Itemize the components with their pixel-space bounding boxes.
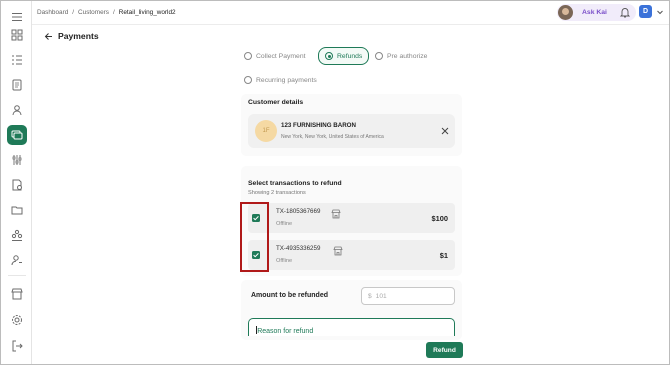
ask-kai-avatar (558, 5, 573, 20)
logout-icon[interactable] (7, 336, 27, 356)
page-title: Payments (58, 31, 99, 41)
list-icon[interactable] (7, 50, 27, 70)
breadcrumb-separator: / (112, 9, 115, 16)
store-icon (331, 209, 341, 219)
transactions-section-title: Select transactions to refund (248, 180, 342, 187)
bell-icon[interactable] (620, 6, 630, 18)
breadcrumb: Dashboard / Customers / Retail_living_wo… (37, 9, 176, 16)
radio-label: Pre authorize (387, 52, 428, 60)
back-arrow-icon[interactable] (44, 32, 53, 41)
dashboard-icon[interactable] (7, 25, 27, 45)
settings-icon[interactable] (7, 310, 27, 330)
store-icon[interactable] (7, 284, 27, 304)
radio-label: Recurring payments (256, 76, 317, 84)
close-icon[interactable] (441, 127, 449, 135)
radio-label: Collect Payment (256, 52, 306, 60)
top-bar: Dashboard / Customers / Retail_living_wo… (32, 1, 669, 25)
transaction-status: Offline (276, 221, 293, 227)
customer-address: New York, New York, United States of Ame… (281, 134, 384, 140)
store-icon (333, 246, 343, 256)
user-avatar[interactable]: D (639, 5, 652, 18)
user-icon[interactable] (7, 100, 27, 120)
transactions-count: Showing 2 transactions (248, 190, 306, 196)
radio-collect-payment[interactable]: Collect Payment (244, 48, 306, 64)
menu-icon[interactable] (7, 7, 27, 27)
folder-icon[interactable] (7, 200, 27, 220)
transaction-id: TX-4935336259 (276, 245, 321, 252)
radio-pre-authorize[interactable]: Pre authorize (375, 48, 427, 64)
transaction-row[interactable]: TX-1805367669 Offline $100 (248, 203, 455, 233)
chevron-down-icon[interactable] (656, 8, 664, 16)
contact-icon[interactable] (7, 250, 27, 270)
reason-placeholder: Reason for refund (257, 328, 314, 335)
invoice-icon[interactable] (7, 175, 27, 195)
radio-circle (244, 76, 252, 84)
customer-section-title: Customer details (248, 99, 304, 106)
customer-name: 123 FURNISHING BARON (281, 122, 356, 129)
transaction-id: TX-1805367669 (276, 208, 321, 215)
amount-label: Amount to be refunded (251, 292, 328, 299)
currency-symbol: $ (368, 292, 372, 300)
refund-button[interactable]: Refund (426, 342, 463, 358)
breadcrumb-current: Retail_living_world2 (118, 9, 176, 16)
breadcrumb-dashboard[interactable]: Dashboard (37, 9, 68, 16)
reason-input[interactable]: Reason for refund (248, 318, 455, 336)
checkbox-highlight-box (240, 202, 269, 272)
sidebar-divider (8, 275, 26, 276)
transaction-amount: $1 (439, 251, 448, 260)
breadcrumb-separator: / (72, 9, 75, 16)
team-icon[interactable] (7, 225, 27, 245)
radio-refunds[interactable]: Refunds (318, 47, 370, 65)
document-icon[interactable] (7, 75, 27, 95)
amount-placeholder: 101 (375, 292, 387, 300)
radio-circle (244, 52, 252, 60)
transaction-amount: $100 (431, 214, 448, 223)
payments-icon[interactable] (7, 125, 27, 145)
transaction-status: Offline (276, 258, 293, 264)
transaction-row[interactable]: TX-4935336259 Offline $1 (248, 240, 455, 270)
radio-circle-selected (325, 52, 333, 60)
refund-amount-input[interactable]: $ 101 (361, 287, 455, 305)
breadcrumb-customers[interactable]: Customers (78, 9, 109, 16)
radio-circle (375, 52, 383, 60)
sidebar (1, 1, 32, 364)
customer-avatar: 1F (255, 120, 277, 142)
sliders-icon[interactable] (7, 150, 27, 170)
radio-recurring-payments[interactable]: Recurring payments (244, 72, 317, 88)
radio-label: Refunds (337, 52, 363, 60)
selected-customer: 1F 123 FURNISHING BARON New York, New Yo… (248, 114, 455, 148)
ask-kai-label: Ask Kai (582, 9, 607, 16)
